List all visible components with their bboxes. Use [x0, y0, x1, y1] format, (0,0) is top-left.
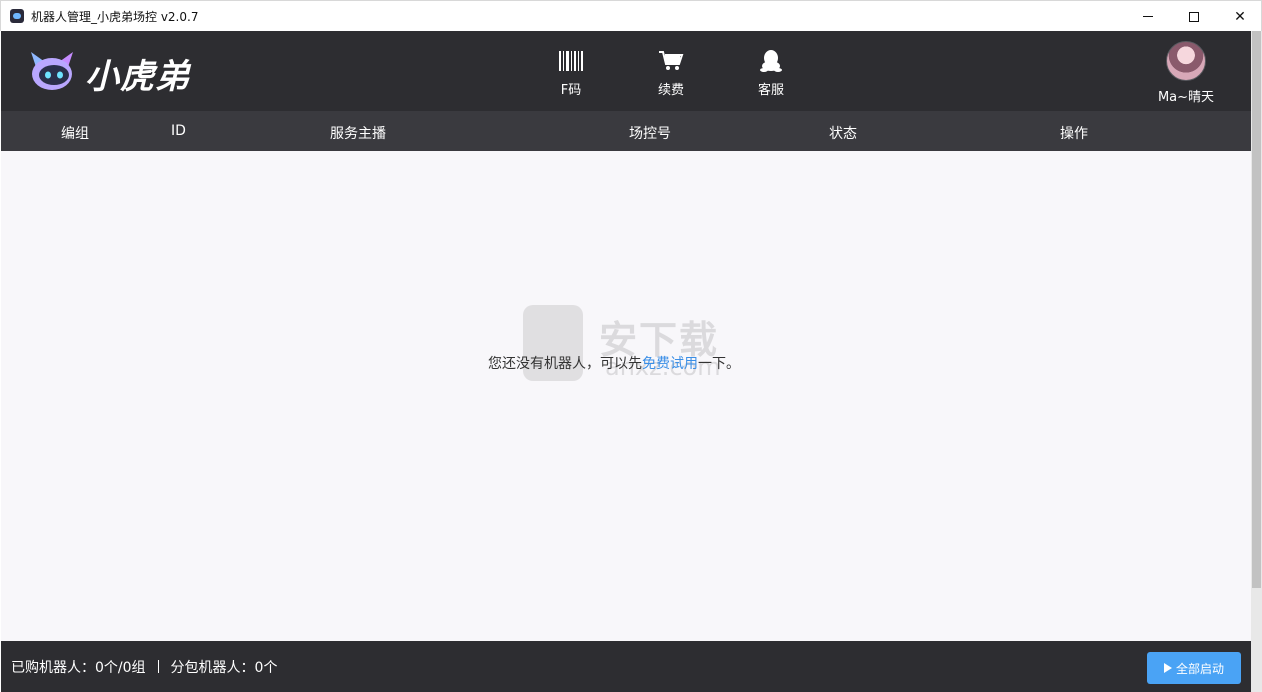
- purchased-robots: 已购机器人：0个/0组: [11, 660, 146, 676]
- column-group: 编组: [61, 126, 89, 142]
- scrollbar-thumb[interactable]: [1252, 31, 1261, 588]
- column-id: ID: [171, 123, 186, 139]
- free-trial-link[interactable]: 免费试用: [642, 356, 698, 372]
- column-control-account: 场控号: [629, 126, 671, 142]
- logo-icon: [31, 52, 73, 90]
- maximize-button[interactable]: [1171, 1, 1217, 32]
- vertical-scrollbar[interactable]: [1251, 31, 1262, 692]
- minimize-button[interactable]: [1125, 1, 1171, 32]
- minimize-icon: [1143, 16, 1153, 17]
- nav-renew[interactable]: 续费: [646, 49, 696, 98]
- play-icon: [1163, 663, 1172, 673]
- empty-state-prefix: 您还没有机器人，可以先: [488, 356, 642, 372]
- app-icon: [10, 9, 24, 23]
- column-actions: 操作: [1060, 126, 1088, 142]
- start-all-label: 全部启动: [1175, 661, 1224, 676]
- subcontract-robots: 分包机器人：0个: [170, 660, 278, 676]
- nav-service-label: 客服: [757, 83, 784, 98]
- separator: [157, 660, 159, 673]
- robot-list-area: 安下载 anxz.com 您还没有机器人，可以先免费试用一下。: [1, 151, 1251, 641]
- user-name: Ma~晴天: [1157, 90, 1215, 105]
- status-footer: 已购机器人：0个/0组 分包机器人：0个 全部启动: [1, 641, 1251, 692]
- start-all-button[interactable]: 全部启动: [1147, 652, 1241, 684]
- robot-stats: 已购机器人：0个/0组 分包机器人：0个: [11, 657, 277, 677]
- user-profile[interactable]: Ma~晴天: [1149, 41, 1223, 105]
- column-streamer: 服务主播: [330, 126, 386, 142]
- nav-fcode-label: F码: [560, 83, 582, 98]
- empty-state-suffix: 一下。: [698, 356, 740, 372]
- nav-service[interactable]: 客服: [746, 49, 796, 98]
- qq-penguin-icon: [746, 49, 796, 73]
- column-status: 状态: [829, 126, 857, 142]
- window-title: 机器人管理_小虎弟场控 v2.0.7: [31, 10, 199, 24]
- nav-renew-label: 续费: [657, 83, 684, 98]
- avatar[interactable]: [1166, 41, 1206, 81]
- app-header: 小虎弟 F码 续费 客服 Ma~晴天: [1, 31, 1251, 111]
- table-header: 编组 ID 服务主播 场控号 状态 操作: [1, 111, 1251, 151]
- brand-name: 小虎弟: [85, 57, 190, 97]
- nav-fcode[interactable]: F码: [546, 49, 596, 98]
- barcode-icon: [546, 49, 596, 73]
- close-button[interactable]: ✕: [1217, 1, 1262, 32]
- cart-icon: [646, 49, 696, 73]
- close-icon: ✕: [1234, 8, 1246, 25]
- empty-state-message: 您还没有机器人，可以先免费试用一下。: [488, 353, 740, 373]
- window-titlebar: 机器人管理_小虎弟场控 v2.0.7 ✕: [0, 0, 1262, 31]
- maximize-icon: [1189, 11, 1199, 22]
- watermark: 安下载 anxz.com: [519, 301, 739, 391]
